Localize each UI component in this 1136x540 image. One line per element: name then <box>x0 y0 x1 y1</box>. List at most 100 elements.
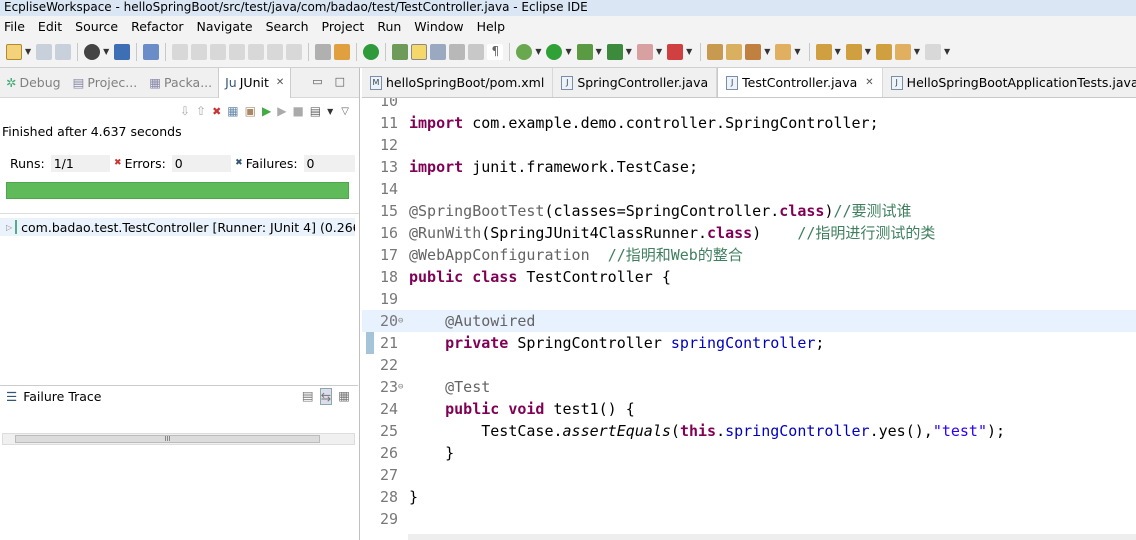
back-icon[interactable] <box>894 43 911 60</box>
minimize-icon[interactable]: ▭ <box>312 75 322 88</box>
code-token: TestController { <box>517 268 671 286</box>
menu-search[interactable]: Search <box>266 19 309 34</box>
code-token: } <box>409 488 419 506</box>
maximize-icon[interactable]: □ <box>335 75 345 88</box>
next-failure-icon[interactable]: ⇩ <box>180 104 190 118</box>
code-line: 26 } <box>362 442 1136 464</box>
tab-test-controller[interactable]: J TestController.java ✕ <box>717 68 883 97</box>
tab-junit[interactable]: Ju JUnit ✕ <box>218 67 292 98</box>
tab-app-tests[interactable]: J HelloSpringBootApplicationTests.java <box>883 68 1136 97</box>
code-token: com.example.demo.controller.SpringContro… <box>463 114 879 132</box>
spring-boot-icon[interactable] <box>363 43 380 60</box>
coverage-icon[interactable] <box>576 43 593 60</box>
show-failures-only-icon[interactable]: ✖ <box>212 105 221 118</box>
rerun-icon[interactable]: ▶ <box>262 104 271 118</box>
step-over-icon[interactable] <box>267 43 284 60</box>
code-line: 25 TestCase.assertEquals(this.springCont… <box>362 420 1136 442</box>
code-line: 29 <box>362 508 1136 530</box>
last-edit-icon[interactable] <box>875 43 892 60</box>
previous-failure-icon[interactable]: ⇧ <box>196 104 206 118</box>
task-icon[interactable] <box>775 43 792 60</box>
close-icon[interactable]: ✕ <box>276 77 284 88</box>
run-icon[interactable] <box>546 43 563 60</box>
block-icon[interactable] <box>449 43 466 60</box>
code-token: ); <box>987 422 1006 440</box>
expand-icon[interactable]: ▷ <box>6 223 12 232</box>
test-history-icon[interactable]: ▤ <box>310 104 321 118</box>
wand-icon[interactable] <box>334 43 351 60</box>
fold-icon[interactable]: ⊖ <box>398 310 408 332</box>
close-icon[interactable]: ✕ <box>865 77 873 88</box>
save-all-icon[interactable] <box>55 43 72 60</box>
step-into-icon[interactable] <box>248 43 265 60</box>
view-menu-icon[interactable]: ▽ <box>341 106 349 117</box>
line-number: 28 <box>379 488 398 506</box>
fold-icon[interactable]: ⊖ <box>398 376 408 398</box>
editor-scrollbar[interactable] <box>408 534 1136 540</box>
horizontal-scrollbar[interactable]: III <box>2 433 355 445</box>
tab-spring-controller[interactable]: J SpringController.java <box>553 68 718 97</box>
code-token: private <box>445 334 509 352</box>
menu-source[interactable]: Source <box>75 19 118 34</box>
menu-edit[interactable]: Edit <box>38 19 62 34</box>
tab-package-explorer[interactable]: ▦ Packa... <box>143 68 218 98</box>
menu-file[interactable]: File <box>4 19 25 34</box>
tree-item[interactable]: ▷ com.badao.test.TestController [Runner:… <box>0 218 355 236</box>
compare-icon[interactable]: ⇆ <box>319 388 333 405</box>
code-token: @RunWith <box>409 224 482 242</box>
new-icon[interactable] <box>6 43 22 60</box>
rerun-failed-icon[interactable]: ▶ <box>277 104 286 118</box>
disconnect-icon[interactable] <box>229 43 246 60</box>
text-icon[interactable] <box>468 43 485 60</box>
scroll-lock-icon[interactable]: ▦ <box>227 104 238 118</box>
junit-view: ✲ Debug ▤ Projec... ▦ Packa... Ju JUnit ✕ ▭ □ … <box>0 67 360 540</box>
annotation-icon[interactable] <box>392 43 409 60</box>
open-type-icon[interactable] <box>707 43 724 60</box>
next-annotation-icon[interactable] <box>815 43 832 60</box>
flag-icon[interactable] <box>667 43 684 60</box>
code-token: this <box>679 422 717 440</box>
menu-help[interactable]: Help <box>477 19 506 34</box>
step-return-icon[interactable] <box>286 43 303 60</box>
code-area[interactable]: 10 11 import com.example.demo.controller.… <box>362 98 1136 540</box>
menu-window[interactable]: Window <box>414 19 463 34</box>
xml-file-icon: M <box>370 75 382 90</box>
prev-annotation-icon[interactable] <box>845 43 862 60</box>
occurrences-icon[interactable] <box>430 43 447 60</box>
console-icon[interactable] <box>114 43 131 60</box>
code-token: @Autowired <box>409 310 535 332</box>
code-line: 19 <box>362 288 1136 310</box>
external-tools-icon[interactable] <box>606 43 623 60</box>
tab-pom-xml[interactable]: MhelloSpringBoot/pom.xml <box>362 68 554 97</box>
code-line: 12 <box>362 134 1136 156</box>
copy-trace-icon[interactable]: ▦ <box>338 388 350 405</box>
code-line: 13 import junit.framework.TestCase; <box>362 156 1136 178</box>
save-icon[interactable] <box>36 43 53 60</box>
errors-value: 0 <box>171 154 232 172</box>
filter-trace-icon[interactable]: ▤ <box>302 388 314 405</box>
skip-breakpoints-icon[interactable] <box>143 43 160 60</box>
tab-project-explorer[interactable]: ▤ Projec... <box>67 68 144 98</box>
menu-project[interactable]: Project <box>322 19 365 34</box>
history-icon[interactable]: ▣ <box>245 104 256 118</box>
format-icon[interactable] <box>315 43 332 60</box>
line-number: 10 <box>379 98 398 110</box>
menu-navigate[interactable]: Navigate <box>197 19 253 34</box>
resume-icon[interactable] <box>172 43 189 60</box>
open-resource-icon[interactable] <box>726 43 743 60</box>
line-number: 21 <box>379 334 398 352</box>
highlight-icon[interactable] <box>411 43 428 60</box>
failure-trace-icon: ☰ <box>6 389 18 404</box>
tab-debug[interactable]: ✲ Debug <box>0 68 67 98</box>
suspend-icon[interactable] <box>191 43 208 60</box>
pilcrow-icon[interactable]: ¶ <box>487 43 504 60</box>
stop-run-icon[interactable]: ■ <box>292 104 303 118</box>
forward-icon[interactable] <box>925 43 942 60</box>
stop-icon[interactable] <box>636 43 653 60</box>
perspective-icon[interactable] <box>84 43 101 60</box>
terminate-icon[interactable] <box>210 43 227 60</box>
menu-refactor[interactable]: Refactor <box>131 19 183 34</box>
search-icon[interactable] <box>745 43 762 60</box>
debug-icon[interactable] <box>516 43 533 60</box>
menu-run[interactable]: Run <box>377 19 401 34</box>
